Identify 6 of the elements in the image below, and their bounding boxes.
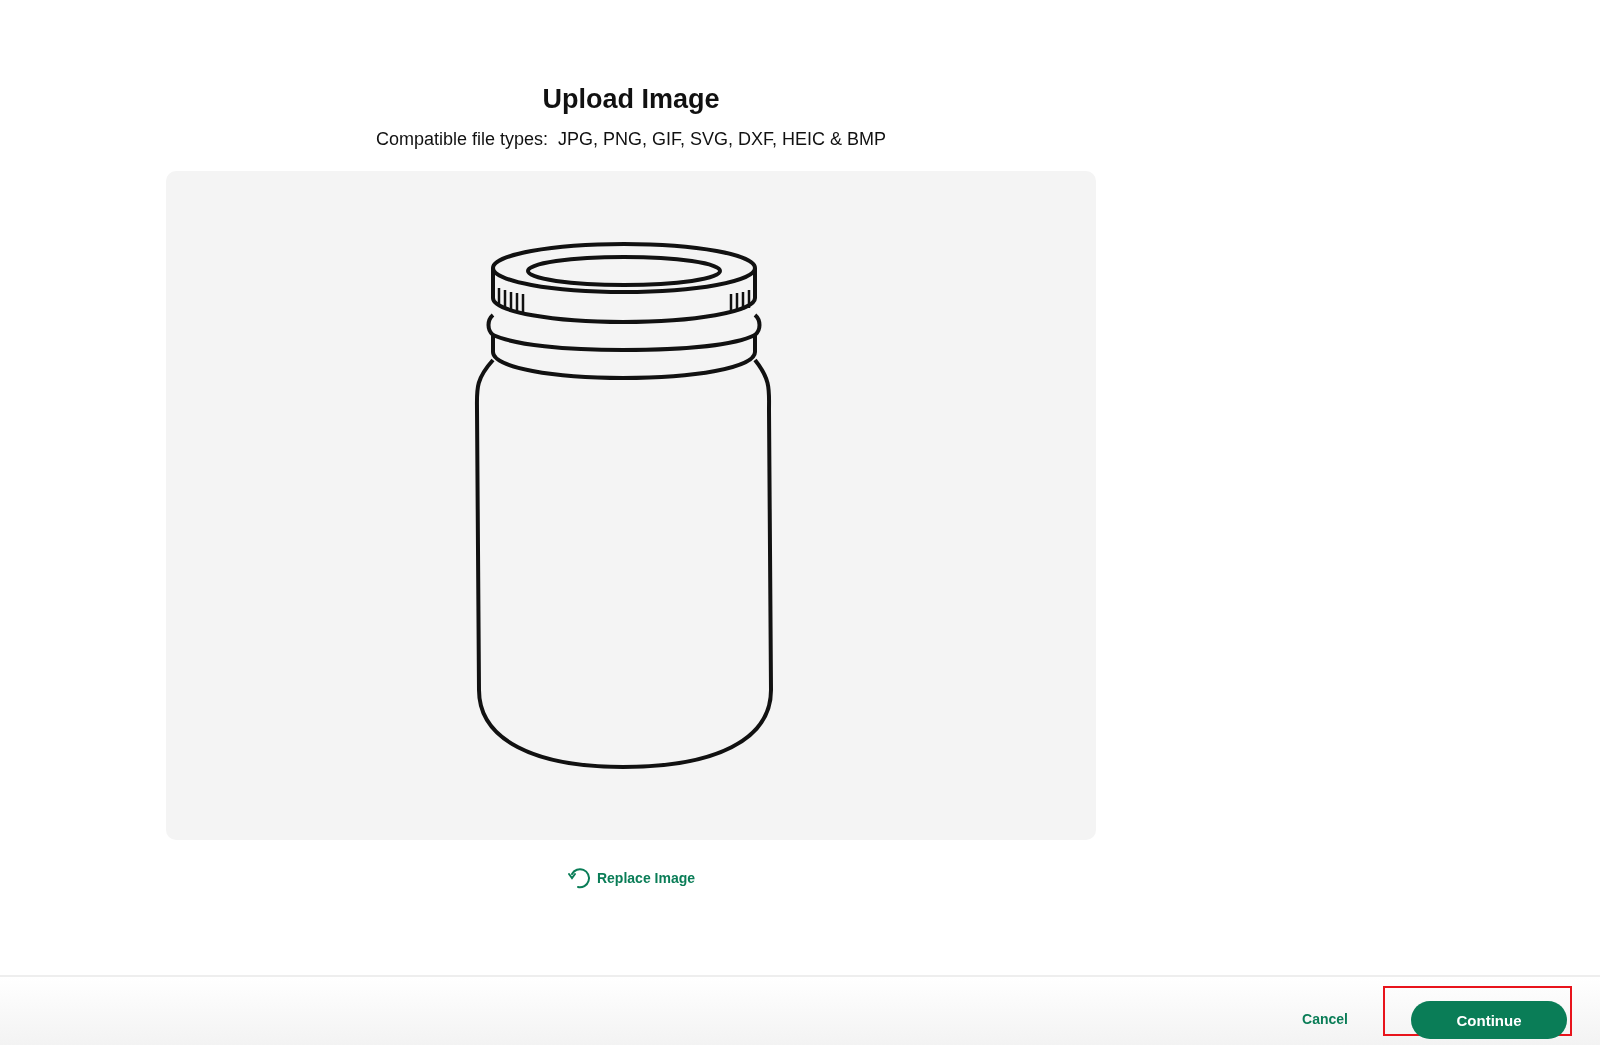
replace-image-link[interactable]: Replace Image bbox=[566, 866, 696, 890]
file-types-text: Compatible file types: JPG, PNG, GIF, SVG, DXF, HEIC & BMP bbox=[375, 128, 887, 150]
rotate-icon bbox=[566, 866, 591, 890]
dialog-title: Upload Image bbox=[542, 83, 720, 116]
cancel-button[interactable]: Cancel bbox=[1302, 1001, 1348, 1037]
continue-button[interactable]: Continue bbox=[1411, 1001, 1567, 1039]
